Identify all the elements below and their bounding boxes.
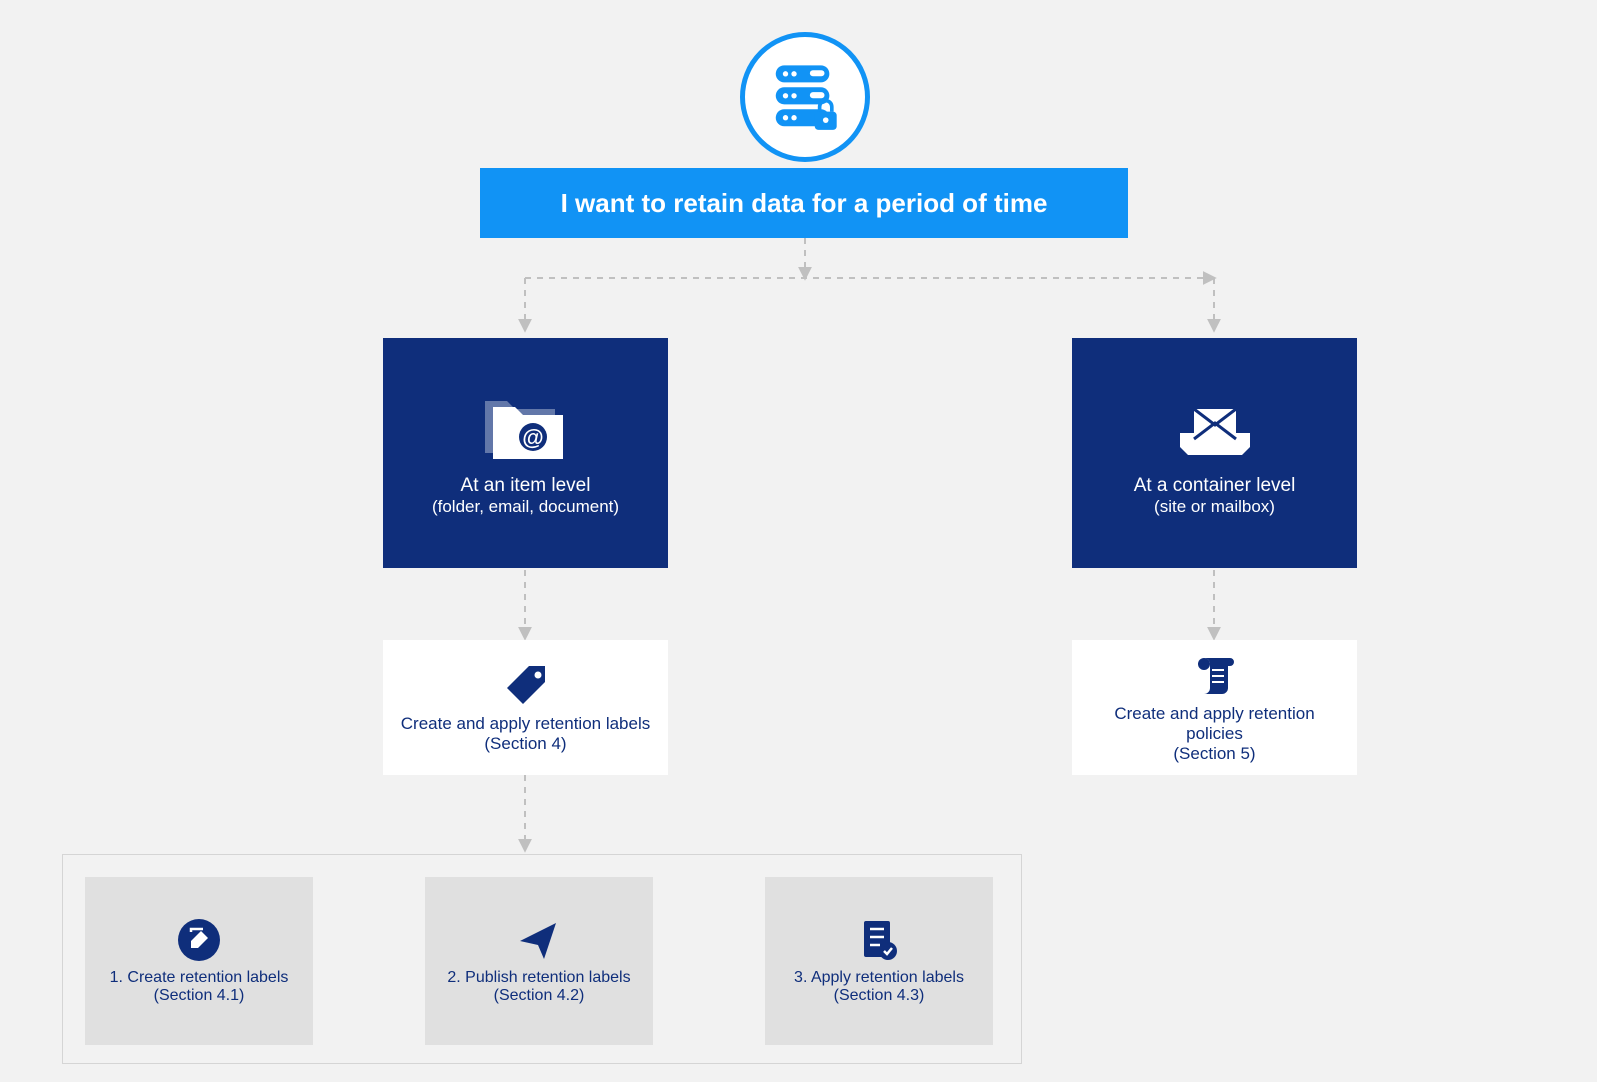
step-1-title: 1. Create retention labels: [110, 969, 289, 987]
container-level-box: At a container level (site or mailbox): [1072, 338, 1357, 568]
step-1-sub: (Section 4.1): [154, 987, 245, 1005]
step-3-box: 3. Apply retention labels (Section 4.3): [765, 877, 993, 1045]
send-arrow-icon: [516, 917, 562, 963]
container-level-title: At a container level: [1134, 475, 1296, 497]
server-lock-icon: [766, 58, 844, 136]
policies-action-title: Create and apply retention policies: [1084, 704, 1345, 744]
inbox-mail-icon: [1170, 389, 1260, 465]
item-level-title: At an item level: [461, 475, 591, 497]
labels-action-box: Create and apply retention labels (Secti…: [383, 640, 668, 775]
item-level-box: @ At an item level (folder, email, docum…: [383, 338, 668, 568]
checklist-icon: [856, 917, 902, 963]
step-3-sub: (Section 4.3): [834, 987, 925, 1005]
hero-title-box: I want to retain data for a period of ti…: [480, 168, 1128, 238]
container-level-sub: (site or mailbox): [1154, 497, 1275, 517]
labels-action-sub: (Section 4): [484, 734, 566, 754]
hero-icon-circle: [740, 32, 870, 162]
hero-title: I want to retain data for a period of ti…: [561, 188, 1048, 219]
edit-circle-icon: [176, 917, 222, 963]
tag-icon: [503, 662, 549, 708]
step-2-title: 2. Publish retention labels: [447, 969, 630, 987]
step-2-sub: (Section 4.2): [494, 987, 585, 1005]
policies-action-sub: (Section 5): [1173, 744, 1255, 764]
step-1-box: 1. Create retention labels (Section 4.1): [85, 877, 313, 1045]
step-3-title: 3. Apply retention labels: [794, 969, 964, 987]
step-2-box: 2. Publish retention labels (Section 4.2…: [425, 877, 653, 1045]
steps-container: 1. Create retention labels (Section 4.1)…: [62, 854, 1022, 1064]
folder-at-icon: @: [481, 389, 571, 465]
item-level-sub: (folder, email, document): [432, 497, 619, 517]
svg-text:@: @: [522, 425, 543, 450]
scroll-document-icon: [1192, 652, 1238, 698]
policies-action-box: Create and apply retention policies (Sec…: [1072, 640, 1357, 775]
labels-action-title: Create and apply retention labels: [401, 714, 651, 734]
